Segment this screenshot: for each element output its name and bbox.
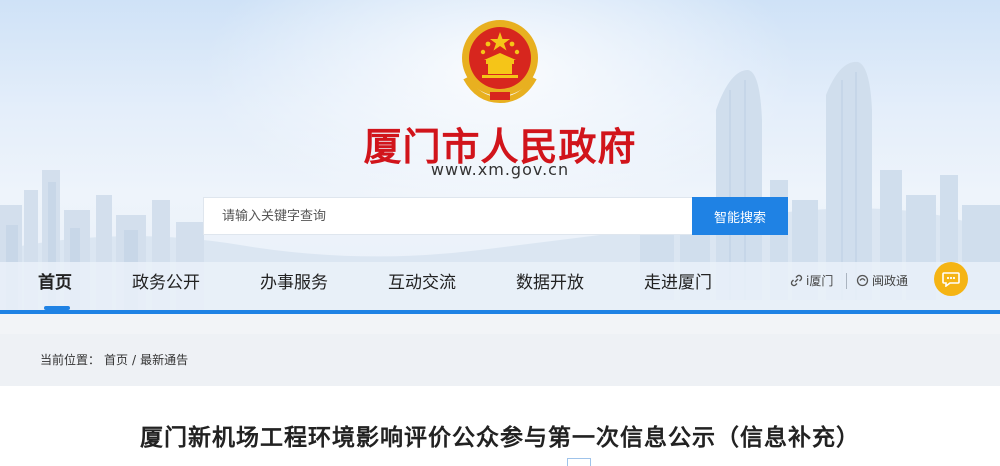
header-divider bbox=[0, 310, 1000, 314]
nav-item-home[interactable]: 首页 bbox=[38, 268, 72, 293]
article-title: 厦门新机场工程环境影响评价公众参与第一次信息公示（信息补充） bbox=[140, 425, 860, 451]
site-url: www.xm.gov.cn bbox=[430, 160, 570, 179]
share-icon[interactable] bbox=[567, 458, 591, 466]
nav-item-open-data[interactable]: 数据开放 bbox=[516, 268, 584, 293]
nav-tool-divider bbox=[846, 273, 847, 289]
nav-item-services[interactable]: 办事服务 bbox=[260, 268, 328, 293]
main-nav: 首页 政务公开 办事服务 互动交流 数据开放 走进厦门 i厦门 闽政通 bbox=[0, 262, 1000, 310]
breadcrumb-home-link[interactable]: 首页 bbox=[104, 334, 128, 386]
chat-icon bbox=[942, 272, 960, 287]
search-input[interactable] bbox=[203, 197, 693, 235]
header-banner: 厦门市人民政府 www.xm.gov.cn 智能搜索 首页 政务公开 办事服务 … bbox=[0, 0, 1000, 312]
breadcrumb: 当前位置： 首页 / 最新通告 bbox=[0, 334, 1000, 386]
nav-item-about-xiamen[interactable]: 走进厦门 bbox=[644, 268, 712, 293]
nav-item-gov-open[interactable]: 政务公开 bbox=[132, 268, 200, 293]
breadcrumb-prefix: 当前位置： bbox=[40, 353, 101, 367]
breadcrumb-separator: / bbox=[132, 353, 137, 367]
mzt-icon bbox=[856, 274, 869, 287]
nav-item-interaction[interactable]: 互动交流 bbox=[388, 268, 456, 293]
search-button[interactable]: 智能搜索 bbox=[692, 197, 788, 235]
link-icon bbox=[790, 274, 803, 287]
nav-tool-mzt-label: 闽政通 bbox=[872, 274, 909, 288]
nav-tool-ixiamen-label: i厦门 bbox=[806, 274, 834, 288]
chat-button[interactable] bbox=[934, 262, 968, 296]
national-emblem-icon bbox=[462, 20, 538, 104]
nav-tool-mzt[interactable]: 闽政通 bbox=[856, 272, 908, 289]
breadcrumb-current[interactable]: 最新通告 bbox=[140, 334, 188, 386]
nav-tool-ixiamen[interactable]: i厦门 bbox=[790, 272, 833, 289]
